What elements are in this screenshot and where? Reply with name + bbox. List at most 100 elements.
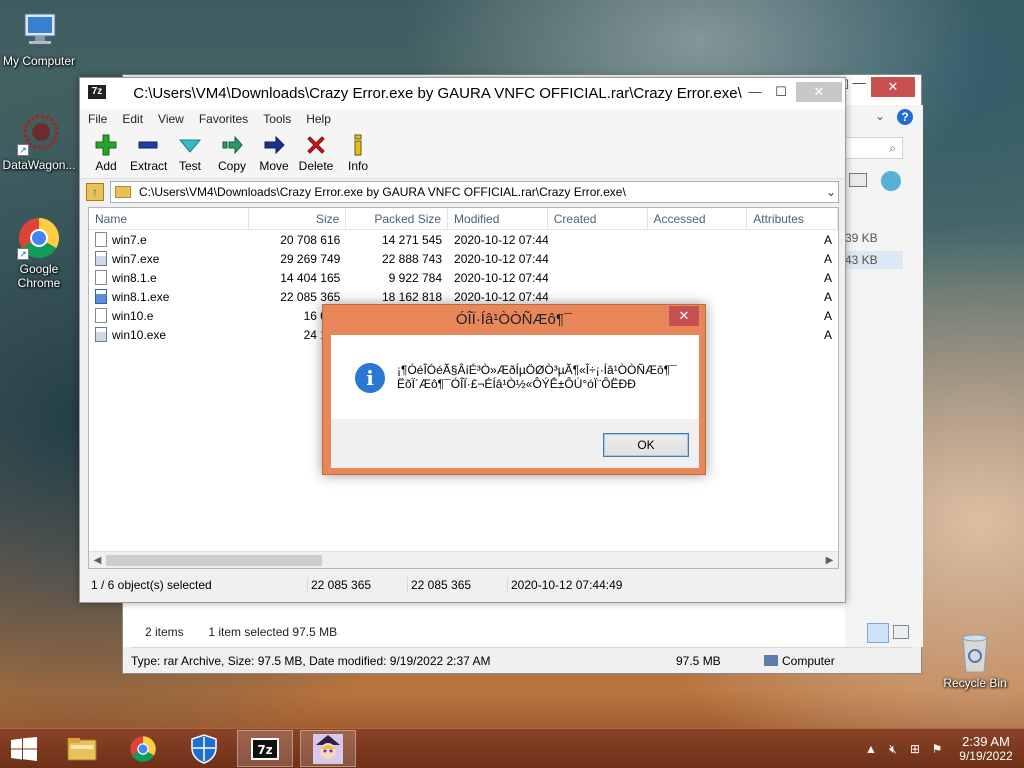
explorer-close-button[interactable]: ✕ bbox=[871, 77, 915, 97]
address-text: C:\Users\VM4\Downloads\Crazy Error.exe b… bbox=[139, 185, 626, 199]
copy-label: Copy bbox=[217, 159, 246, 173]
test-button[interactable]: Test bbox=[172, 129, 208, 178]
column-name[interactable]: Name bbox=[89, 208, 249, 229]
move-arrow-icon bbox=[264, 135, 285, 155]
desktop-icon-label: My Computer bbox=[2, 54, 76, 68]
details-size: 97.5 MB bbox=[676, 653, 721, 668]
taskbar-chrome[interactable] bbox=[115, 730, 171, 767]
chrome-icon: ↗ bbox=[17, 216, 61, 260]
info-label: Info bbox=[347, 159, 368, 173]
details-view-icon[interactable] bbox=[867, 623, 889, 643]
action-center-icon[interactable]: ⚑ bbox=[926, 742, 948, 756]
desktop-icon-label: Google Chrome bbox=[17, 262, 61, 290]
help-icon[interactable]: ? bbox=[897, 109, 913, 125]
column-packed-size[interactable]: Packed Size bbox=[346, 208, 449, 229]
status-packed: 22 085 365 bbox=[408, 577, 508, 593]
desktop-icon-my-computer[interactable]: My Computer bbox=[0, 8, 78, 68]
file-attributes: A bbox=[823, 232, 832, 247]
ok-button[interactable]: OK bbox=[603, 433, 689, 457]
file-name: win8.1.exe bbox=[112, 289, 170, 304]
column-size[interactable]: Size bbox=[249, 208, 347, 229]
computer-icon bbox=[17, 8, 61, 52]
horizontal-scrollbar[interactable]: ◀ ▶ bbox=[89, 551, 838, 568]
toolbar: Add Extract Test Copy Move Delete Info bbox=[80, 129, 845, 179]
file-icon bbox=[95, 232, 107, 247]
taskbar-file-explorer[interactable] bbox=[54, 730, 110, 767]
search-icon[interactable]: ⌕ bbox=[845, 137, 903, 159]
menu-bar: File Edit View Favorites Tools Help bbox=[80, 109, 845, 129]
clock[interactable]: 2:39 AM 9/19/2022 bbox=[948, 734, 1024, 764]
scroll-right-icon[interactable]: ▶ bbox=[821, 552, 838, 568]
column-attributes[interactable]: Attributes bbox=[747, 208, 838, 229]
desktop-icon-recycle-bin[interactable]: Recycle Bin bbox=[936, 630, 1014, 690]
minimize-button[interactable]: — bbox=[742, 82, 768, 102]
menu-help[interactable]: Help bbox=[306, 112, 331, 126]
delete-button[interactable]: Delete bbox=[298, 129, 334, 178]
exe-file-icon bbox=[95, 289, 107, 304]
menu-edit[interactable]: Edit bbox=[122, 112, 143, 126]
minus-icon bbox=[138, 141, 158, 149]
game-character-icon bbox=[313, 733, 343, 764]
status-items-count: 2 items bbox=[145, 625, 184, 639]
desktop-icon-datawagon[interactable]: ↗ DataWagon... bbox=[0, 112, 78, 172]
svg-text:7z: 7z bbox=[257, 743, 272, 757]
taskbar-security[interactable] bbox=[176, 730, 232, 767]
start-button[interactable] bbox=[10, 737, 38, 761]
file-name: win10.exe bbox=[112, 327, 167, 342]
test-label: Test bbox=[178, 159, 201, 173]
extract-button[interactable]: Extract bbox=[130, 129, 167, 178]
show-hidden-icons-icon[interactable]: ▲ bbox=[860, 742, 882, 756]
7zip-window-title: C:\Users\VM4\Downloads\Crazy Error.exe b… bbox=[133, 85, 742, 102]
column-created[interactable]: Created bbox=[548, 208, 648, 229]
file-name: win10.e bbox=[112, 308, 154, 323]
menu-favorites[interactable]: Favorites bbox=[199, 112, 248, 126]
column-accessed[interactable]: Accessed bbox=[648, 208, 748, 229]
7zip-icon: 7z bbox=[251, 737, 279, 760]
shield-icon bbox=[191, 733, 217, 764]
file-attributes: A bbox=[823, 327, 832, 342]
menu-file[interactable]: File bbox=[88, 112, 107, 126]
close-button[interactable]: ✕ bbox=[796, 82, 842, 102]
dialog-close-button[interactable]: ✕ bbox=[669, 306, 699, 326]
address-field[interactable]: C:\Users\VM4\Downloads\Crazy Error.exe b… bbox=[110, 181, 839, 203]
chevron-down-icon[interactable]: ⌄ bbox=[824, 185, 838, 199]
desktop-icon-google-chrome[interactable]: ↗ Google Chrome bbox=[0, 216, 78, 290]
file-attributes: A bbox=[823, 289, 832, 304]
folder-icon bbox=[67, 737, 97, 760]
scroll-left-icon[interactable]: ◀ bbox=[89, 552, 106, 568]
network-icon[interactable]: ⊞ bbox=[904, 742, 926, 756]
volume-muted-icon[interactable]: 🔇︎ bbox=[882, 742, 904, 757]
7zip-titlebar[interactable]: 7z C:\Users\VM4\Downloads\Crazy Error.ex… bbox=[80, 78, 845, 109]
taskbar: 7z ▲ 🔇︎ ⊞ ⚑ 2:39 AM 9/19/2022 bbox=[0, 728, 1024, 768]
scrollbar-thumb[interactable] bbox=[106, 555, 322, 566]
info-i-icon bbox=[354, 134, 362, 156]
file-size: 20 708 616 bbox=[280, 232, 341, 247]
view-options-icon[interactable] bbox=[849, 173, 867, 187]
menu-view[interactable]: View bbox=[158, 112, 184, 126]
file-icon bbox=[95, 308, 107, 323]
folder-icon bbox=[115, 186, 131, 198]
maximize-button[interactable]: ☐ bbox=[768, 82, 794, 102]
7zip-status-bar: 1 / 6 object(s) selected 22 085 365 22 0… bbox=[88, 575, 837, 595]
add-button[interactable]: Add bbox=[88, 129, 124, 178]
move-button[interactable]: Move bbox=[256, 129, 292, 178]
taskbar-7zip[interactable]: 7z bbox=[237, 730, 293, 767]
taskbar-game-app[interactable] bbox=[300, 730, 356, 767]
info-button[interactable]: Info bbox=[340, 129, 376, 178]
file-row[interactable]: win7.e 20 708 616 14 271 545 2020-10-12 … bbox=[89, 230, 838, 249]
add-label: Add bbox=[95, 159, 117, 173]
file-row[interactable]: win8.1.e 14 404 165 9 922 784 2020-10-12… bbox=[89, 268, 838, 287]
message-dialog[interactable]: ÓÎÏ·Íâ¹ÒÒÑÆô¶¯ ✕ i ¡¶ÓéÎÓéÃ§ÂíÉ³Ò»ÆðÍµÖØ… bbox=[322, 304, 706, 475]
file-attributes: A bbox=[823, 251, 832, 266]
chevron-down-icon[interactable]: ⌄ bbox=[875, 109, 885, 123]
menu-tools[interactable]: Tools bbox=[263, 112, 291, 126]
shortcut-arrow-icon: ↗ bbox=[17, 248, 29, 260]
file-list-header: Name Size Packed Size Modified Created A… bbox=[89, 208, 838, 230]
copy-button[interactable]: Copy bbox=[214, 129, 250, 178]
column-modified[interactable]: Modified bbox=[448, 208, 548, 229]
up-folder-icon[interactable]: ↑ bbox=[86, 183, 104, 201]
file-size: 22 085 365 bbox=[280, 289, 341, 304]
clock-date: 9/19/2022 bbox=[959, 749, 1013, 763]
large-icons-view-icon[interactable] bbox=[893, 625, 909, 639]
file-row[interactable]: win7.exe 29 269 749 22 888 743 2020-10-1… bbox=[89, 249, 838, 268]
